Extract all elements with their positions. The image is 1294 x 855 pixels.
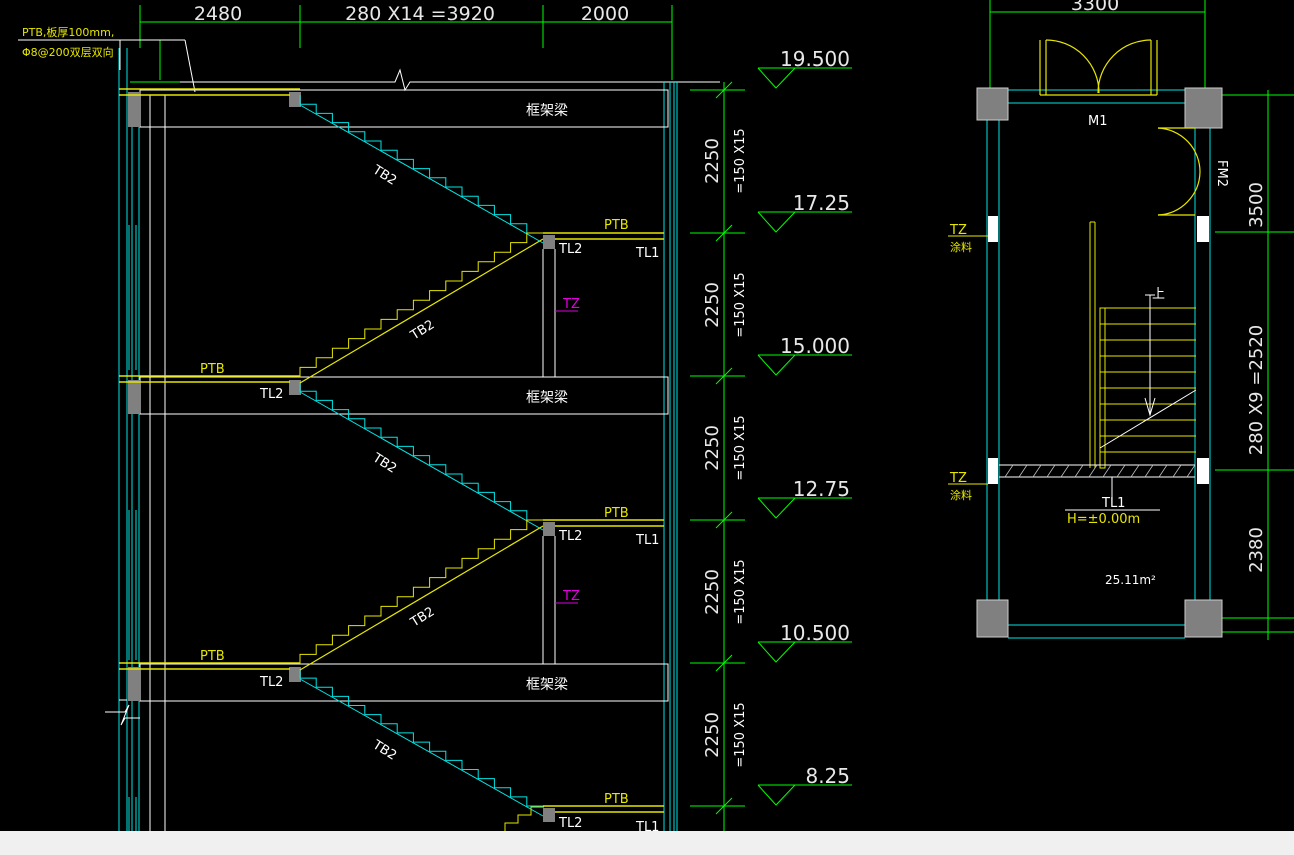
- tl1-label-2: TL1: [635, 533, 659, 548]
- tl2-label-3: TL2: [558, 816, 582, 831]
- plan-dim-top: 3300: [1071, 0, 1119, 15]
- tl1-label-1: TL1: [635, 246, 659, 261]
- descending-flight-soffit: [299, 678, 544, 817]
- flight-height-label: 2250: [702, 712, 723, 758]
- hatch-line: [1186, 464, 1196, 478]
- hatch-line: [1102, 464, 1112, 478]
- elevation-markers: 19.500 17.25 15.000 12.75 10.500 8.25: [757, 47, 852, 806]
- hatch-line: [1060, 464, 1070, 478]
- hatch-line: [1130, 464, 1140, 478]
- ptb-label-4: PTB: [200, 362, 225, 377]
- elevation-triangle: [757, 67, 796, 89]
- tz-note-2b: 涂料: [950, 488, 972, 502]
- descending-flight-soffit: [299, 104, 544, 244]
- frame-beam-label-1: 框架梁: [526, 103, 568, 119]
- descending-flight-steps: [299, 669, 543, 807]
- hatch-line: [1158, 464, 1168, 478]
- frame-beam-label-2: 框架梁: [526, 390, 568, 406]
- dim-top-right: 2000: [581, 3, 629, 25]
- tl2-label-2: TL2: [558, 529, 582, 544]
- room-area-label: 25.11m²: [1105, 573, 1156, 587]
- elevation-triangle: [757, 211, 796, 233]
- tb2-label-5: TB2: [369, 737, 399, 764]
- descending-flight-soffit: [299, 391, 544, 531]
- tb2-label-1: TB2: [369, 162, 399, 189]
- plan-dim-right-3: 2380: [1246, 527, 1267, 573]
- flight-steps-label: =150 X15: [733, 702, 748, 767]
- flight-steps-label: =150 X15: [733, 559, 748, 624]
- elevation-label: 10.500: [780, 621, 850, 645]
- ascending-flight-steps: [299, 519, 543, 664]
- ptb-label-2: PTB: [604, 506, 629, 521]
- tb2-label-3: TB2: [369, 450, 399, 477]
- hatch-line: [1074, 464, 1084, 478]
- ptb-label-5: PTB: [200, 649, 225, 664]
- dim-top-left: 2480: [194, 3, 242, 25]
- tl2-label-1: TL2: [558, 242, 582, 257]
- stair-flights: [299, 95, 544, 831]
- stair-drawing-svg: 2480 280 X14 =3920 2000 PTB,板厚100mm, Φ8@…: [18, 0, 1294, 831]
- ascending-flight-steps: [504, 806, 544, 831]
- tz-label-2: TZ: [562, 589, 580, 604]
- flight-steps-label: =150 X15: [733, 415, 748, 480]
- hatch-line: [1046, 464, 1056, 478]
- tl1-plan-label: TL1: [1101, 496, 1125, 511]
- ascending-flight-steps: [299, 232, 543, 377]
- hatch-line: [1172, 464, 1182, 478]
- plan-stair-treads: [1100, 307, 1196, 453]
- tl2-label-4: TL2: [259, 387, 283, 402]
- ptb-label-1: PTB: [604, 218, 629, 233]
- tz-note-2: TZ: [949, 471, 967, 486]
- hatch-line: [1004, 464, 1014, 478]
- elevation-label: 12.75: [793, 477, 850, 501]
- status-strip: [0, 831, 1294, 855]
- section-view: 2480 280 X14 =3920 2000 PTB,板厚100mm, Φ8@…: [18, 3, 852, 831]
- floor-height-label: H=±0.00m: [1067, 512, 1140, 527]
- flight-height-label: 2250: [702, 282, 723, 328]
- tz-label-1: TZ: [562, 297, 580, 312]
- slab-note-line1: PTB,板厚100mm,: [22, 25, 114, 39]
- ptb-label-3: PTB: [604, 792, 629, 807]
- elevation-triangle: [757, 641, 796, 663]
- plan-dim-right-1: 3500: [1246, 182, 1267, 228]
- elevation-label: 17.25: [793, 191, 850, 215]
- descending-flight-steps: [299, 382, 543, 521]
- tl1-label-3: TL1: [635, 820, 659, 831]
- hatch-line: [1116, 464, 1126, 478]
- dim-top-middle: 280 X14 =3920: [345, 3, 495, 25]
- tz-note-1: TZ: [949, 223, 967, 238]
- slab-note-line2: Φ8@200双层双向: [22, 45, 114, 59]
- door-m1-label: M1: [1088, 114, 1108, 129]
- tl2-label-5: TL2: [259, 675, 283, 690]
- elevation-label: 19.500: [780, 47, 850, 71]
- flight-steps-label: =150 X15: [733, 128, 748, 193]
- ascending-flight-soffit: [299, 525, 544, 671]
- tb2-label-4: TB2: [407, 604, 437, 631]
- plan-dim-right-2: 280 X9 =2520: [1246, 325, 1267, 455]
- door-fm2-label: FM2: [1214, 160, 1229, 187]
- hatch-line: [1032, 464, 1042, 478]
- frame-beam-label-3: 框架梁: [526, 677, 568, 693]
- elevation-label: 8.25: [805, 764, 850, 788]
- cad-drawing-canvas[interactable]: 2480 280 X14 =3920 2000 PTB,板厚100mm, Φ8@…: [0, 0, 1294, 831]
- tb2-label-2: TB2: [407, 317, 437, 344]
- up-mark: 上: [1152, 287, 1165, 302]
- hatch-line: [1144, 464, 1154, 478]
- ascending-flight-soffit: [299, 238, 544, 384]
- tz-note-1b: 涂料: [950, 240, 972, 254]
- descending-flight-steps: [299, 95, 543, 234]
- flight-height-label: 2250: [702, 138, 723, 184]
- elevation-triangle: [757, 354, 796, 376]
- flight-steps-label: =150 X15: [733, 272, 748, 337]
- elevation-label: 15.000: [780, 334, 850, 358]
- elevation-triangle: [757, 497, 796, 519]
- flight-height-label: 2250: [702, 569, 723, 615]
- elevation-triangle: [757, 784, 796, 806]
- flight-dimension-labels: 2250 =150 X15 2250 =150 X15 2250 =150 X15 2250…: [702, 128, 748, 767]
- flight-height-label: 2250: [702, 425, 723, 471]
- plan-view: 3300 3500 280 X9 =2520 2380 M1 FM2 TZ 涂料…: [948, 0, 1294, 640]
- hatch-line: [1018, 464, 1028, 478]
